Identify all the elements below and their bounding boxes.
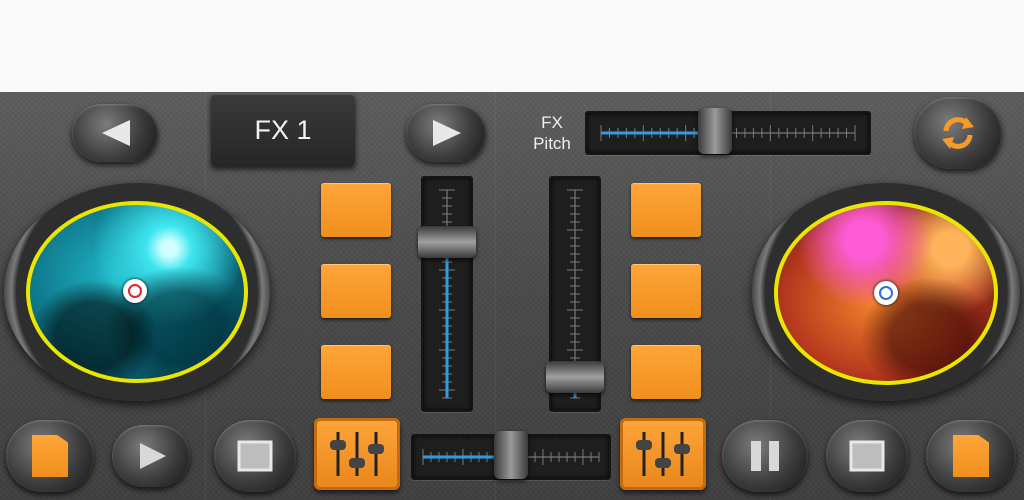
crossfader-knob[interactable] bbox=[494, 431, 528, 479]
right-equalizer-button[interactable] bbox=[620, 418, 706, 490]
left-turntable[interactable] bbox=[4, 183, 270, 401]
equalizer-icon bbox=[330, 432, 384, 476]
right-load-track-button[interactable] bbox=[926, 420, 1016, 492]
left-disc-artwork bbox=[26, 201, 248, 383]
sd-card-icon bbox=[32, 435, 68, 477]
previous-effect-button[interactable] bbox=[72, 104, 158, 162]
right-volume-fader[interactable] bbox=[546, 176, 604, 412]
right-pad-1[interactable] bbox=[631, 183, 701, 237]
left-equalizer-button[interactable] bbox=[314, 418, 400, 490]
fx-pitch-slider[interactable] bbox=[585, 108, 871, 155]
next-effect-button[interactable] bbox=[406, 104, 486, 162]
left-pad-2[interactable] bbox=[321, 264, 391, 318]
left-pad-3[interactable] bbox=[321, 345, 391, 399]
left-disc-center bbox=[123, 279, 147, 303]
stop-icon bbox=[849, 440, 885, 472]
fx-pitch-label-line2: Pitch bbox=[533, 134, 571, 153]
sd-card-icon bbox=[953, 435, 989, 477]
left-volume-scale bbox=[439, 189, 455, 399]
left-volume-fader[interactable] bbox=[418, 176, 476, 412]
fx-selector-display: FX 1 bbox=[211, 94, 355, 166]
right-turntable[interactable] bbox=[752, 183, 1020, 401]
refresh-icon bbox=[942, 117, 974, 149]
sync-button[interactable] bbox=[914, 97, 1002, 169]
right-pad-3[interactable] bbox=[631, 345, 701, 399]
left-pad-1[interactable] bbox=[321, 183, 391, 237]
right-triangle-icon bbox=[433, 120, 461, 146]
fx-pitch-knob[interactable] bbox=[698, 108, 733, 154]
left-play-button[interactable] bbox=[112, 425, 190, 487]
right-disc-artwork bbox=[774, 201, 998, 385]
left-triangle-icon bbox=[102, 120, 130, 146]
stop-icon bbox=[237, 440, 273, 472]
play-icon bbox=[140, 443, 166, 469]
left-volume-knob[interactable] bbox=[418, 226, 476, 258]
right-pad-2[interactable] bbox=[631, 264, 701, 318]
fx-pitch-label: FX Pitch bbox=[522, 112, 582, 154]
right-pause-button[interactable] bbox=[722, 420, 808, 492]
fx-pitch-label-line1: FX bbox=[541, 113, 563, 132]
blank-header bbox=[0, 0, 1024, 93]
fx-label: FX 1 bbox=[254, 114, 312, 145]
right-disc-center bbox=[874, 281, 898, 305]
left-stop-button[interactable] bbox=[214, 420, 296, 492]
crossfader[interactable] bbox=[411, 431, 611, 480]
right-stop-button[interactable] bbox=[826, 420, 908, 492]
right-volume-knob[interactable] bbox=[546, 361, 604, 394]
left-load-track-button[interactable] bbox=[6, 420, 94, 492]
pause-icon bbox=[751, 441, 779, 471]
equalizer-icon bbox=[636, 432, 690, 476]
